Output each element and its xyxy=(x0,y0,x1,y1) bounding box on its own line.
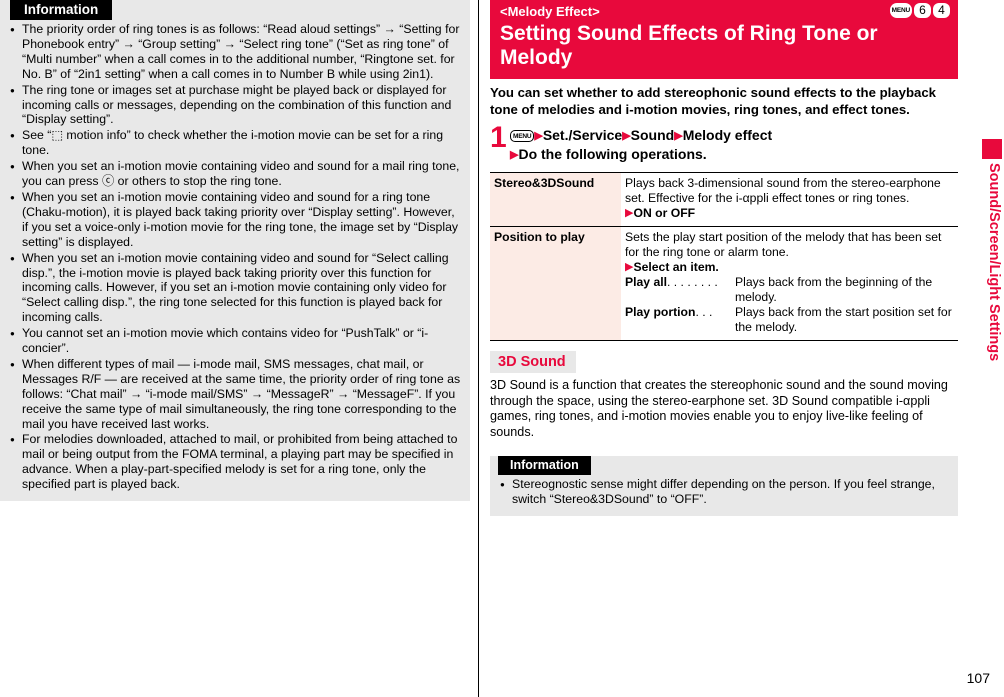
side-tab-label: Sound/Screen/Light Settings xyxy=(986,163,1002,362)
selection-line: ▶Select an item. xyxy=(625,260,953,275)
step-number: 1 xyxy=(490,121,507,154)
right-column: MENU 6 4 <Melody Effect> Setting Sound E… xyxy=(490,0,958,697)
definition-term: Play portion. . . xyxy=(625,305,735,335)
table-cell-label: Position to play xyxy=(490,226,621,341)
step-item-melody-effect: Melody effect xyxy=(682,127,773,143)
definition-text: Plays back from the start position set f… xyxy=(735,305,952,334)
number-6-key-icon: 6 xyxy=(914,3,931,18)
information-header: Information xyxy=(498,456,591,476)
side-tab: Sound/Screen/Light Settings xyxy=(982,0,1004,430)
information-bullet-list: Stereognostic sense might differ dependi… xyxy=(490,477,958,507)
banner-subtitle: <Melody Effect> xyxy=(500,4,600,19)
list-item: When you set an i-motion movie containin… xyxy=(4,159,470,189)
column-divider xyxy=(478,0,479,697)
leader-dots: . . . . . . . . xyxy=(667,275,718,289)
selection-line: ▶ON or OFF xyxy=(625,206,953,221)
step-1: 1 MENU ▶Set./Service▶Sound▶Melody effect … xyxy=(490,121,958,164)
description-text: Plays back 3-dimensional sound from the … xyxy=(625,176,941,205)
information-box-right: Information Stereognostic sense might di… xyxy=(490,456,958,517)
arrow-icon: ▶ xyxy=(674,130,683,142)
list-item: See “⬚ motion info” to check whether the… xyxy=(4,128,470,158)
page-number: 107 xyxy=(966,670,990,686)
information-bullet-list: The priority order of ring tones is as f… xyxy=(0,22,470,492)
list-item: When you set an i-motion movie containin… xyxy=(4,190,470,250)
step-item-set-service: Set./Service xyxy=(542,127,623,143)
term-text: Play portion xyxy=(625,305,696,319)
table-row: Position to play Sets the play start pos… xyxy=(490,226,958,341)
arrow-icon: ▶ xyxy=(622,130,631,142)
menu-key-icon: MENU xyxy=(510,130,535,142)
list-item: For melodies downloaded, attached to mai… xyxy=(4,432,470,492)
section-heading: 3D Sound xyxy=(490,351,576,373)
section-body: 3D Sound is a function that creates the … xyxy=(490,378,948,439)
settings-table: Stereo&3DSound Plays back 3-dimensional … xyxy=(490,172,958,341)
selection-option: ON or OFF xyxy=(633,206,696,220)
definition-row: Play portion. . . Plays back from the st… xyxy=(625,305,953,335)
banner-key-icons: MENU 6 4 xyxy=(889,3,950,18)
table-cell-label: Stereo&3DSound xyxy=(490,172,621,227)
table-cell-description: Sets the play start position of the melo… xyxy=(621,226,958,341)
arrow-icon: ▶ xyxy=(534,130,543,142)
page-title: Setting Sound Effects of Ring Tone or Me… xyxy=(500,22,878,69)
section-3d-sound: 3D Sound 3D Sound is a function that cre… xyxy=(490,341,958,440)
description-text: Sets the play start position of the melo… xyxy=(625,230,942,259)
definition-term: Play all. . . . . . . . xyxy=(625,275,735,305)
lead-paragraph: You can set whether to add stereophonic … xyxy=(490,85,937,117)
number-4-key-icon: 4 xyxy=(933,3,950,18)
term-text: Play all xyxy=(625,275,668,289)
step-item-sound: Sound xyxy=(630,127,675,143)
menu-key-icon: MENU xyxy=(889,3,912,18)
step-body: MENU ▶Set./Service▶Sound▶Melody effect ▶D… xyxy=(510,125,772,164)
table-row: Stereo&3DSound Plays back 3-dimensional … xyxy=(490,172,958,227)
definition-row: Play all. . . . . . . . Plays back from … xyxy=(625,275,953,305)
table-cell-description: Plays back 3-dimensional sound from the … xyxy=(621,172,958,227)
list-item: Stereognostic sense might differ dependi… xyxy=(494,477,958,507)
list-item: When you set an i-motion movie containin… xyxy=(4,251,470,326)
selection-option: Select an item. xyxy=(633,260,719,274)
step-instruction: Do the following operations. xyxy=(518,146,707,162)
page-banner: MENU 6 4 <Melody Effect> Setting Sound E… xyxy=(490,0,958,79)
definition-text: Plays back from the beginning of the mel… xyxy=(735,275,933,304)
leader-dots: . . . xyxy=(695,305,713,319)
list-item: When different types of mail — i-mode ma… xyxy=(4,357,470,432)
information-header: Information xyxy=(10,0,113,20)
information-box-left: Information The priority order of ring t… xyxy=(0,0,470,502)
list-item: The priority order of ring tones is as f… xyxy=(4,22,470,82)
left-column: Information The priority order of ring t… xyxy=(0,0,470,697)
list-item: The ring tone or images set at purchase … xyxy=(4,83,470,128)
side-tab-color-block xyxy=(982,139,1002,159)
list-item: You cannot set an i-motion movie which c… xyxy=(4,326,470,356)
